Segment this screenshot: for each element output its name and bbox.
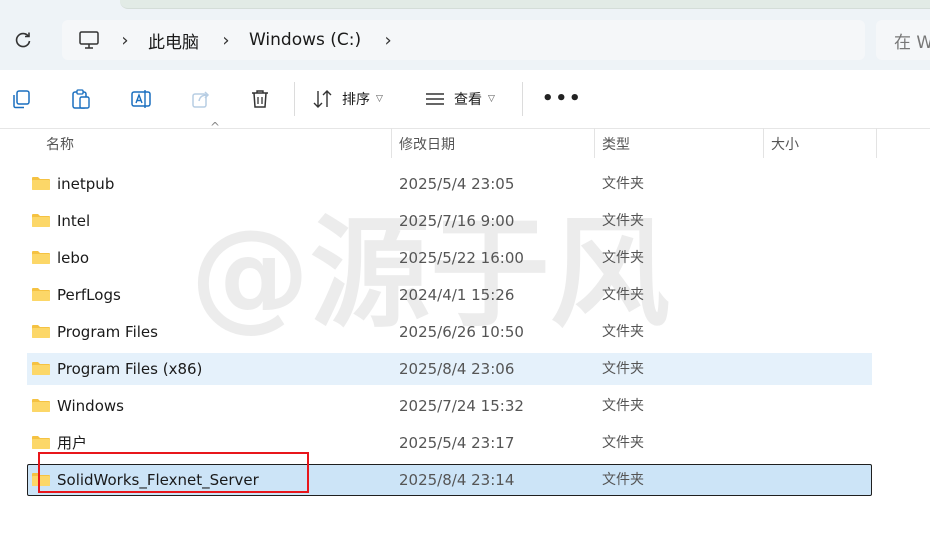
share-button[interactable] xyxy=(189,87,213,111)
file-type: 文件夹 xyxy=(602,398,644,414)
file-row[interactable]: PerfLogs 2024/4/1 15:26 文件夹 xyxy=(27,279,872,311)
column-header-size[interactable]: 大小 xyxy=(771,130,799,158)
share-icon xyxy=(192,91,210,108)
file-date: 2025/7/24 15:32 xyxy=(399,397,524,415)
paste-icon xyxy=(72,89,90,109)
file-name: Program Files xyxy=(57,323,158,341)
column-divider[interactable] xyxy=(876,128,877,158)
file-date: 2025/5/4 23:17 xyxy=(399,434,515,452)
folder-icon xyxy=(32,288,50,301)
column-divider[interactable] xyxy=(594,128,595,158)
column-header-name[interactable]: 名称 xyxy=(46,130,74,158)
rename-icon xyxy=(131,90,151,108)
file-date: 2025/6/26 10:50 xyxy=(399,323,524,341)
view-label: 查看 xyxy=(454,92,482,108)
file-name: Windows xyxy=(57,397,124,415)
file-date: 2025/8/4 23:06 xyxy=(399,360,515,378)
file-row[interactable]: lebo 2025/5/22 16:00 文件夹 xyxy=(27,242,872,274)
column-divider[interactable] xyxy=(763,128,764,158)
file-name: SolidWorks_Flexnet_Server xyxy=(57,471,259,489)
trash-icon xyxy=(252,90,268,108)
sort-ascending-icon: ^ xyxy=(210,120,221,134)
chevron-down-icon: ▽ xyxy=(488,94,495,104)
file-row[interactable]: Windows 2025/7/24 15:32 文件夹 xyxy=(27,390,872,422)
file-date: 2024/4/1 15:26 xyxy=(399,286,515,304)
sort-icon xyxy=(313,90,332,108)
search-input[interactable]: 在 W xyxy=(876,20,930,60)
rename-button[interactable] xyxy=(129,87,153,111)
refresh-icon xyxy=(15,32,31,48)
sort-button[interactable]: 排序 ▽ xyxy=(312,85,383,113)
sort-label: 排序 xyxy=(342,92,370,108)
chevron-right-icon[interactable]: › xyxy=(381,30,395,51)
file-date: 2025/5/4 23:05 xyxy=(399,175,515,193)
file-type: 文件夹 xyxy=(602,435,644,451)
folder-icon xyxy=(32,177,50,190)
file-date: 2025/7/16 9:00 xyxy=(399,212,515,230)
folder-icon xyxy=(32,325,50,338)
column-divider[interactable] xyxy=(391,128,392,158)
paste-button[interactable] xyxy=(69,87,93,111)
file-type: 文件夹 xyxy=(602,176,644,192)
folder-icon xyxy=(32,436,50,449)
computer-icon[interactable] xyxy=(78,30,100,50)
file-name: 用户 xyxy=(57,434,88,452)
file-row-selected[interactable]: SolidWorks_Flexnet_Server 2025/8/4 23:14… xyxy=(27,464,872,496)
file-name: Intel xyxy=(57,212,91,230)
file-type: 文件夹 xyxy=(602,250,644,266)
toolbar-divider xyxy=(522,82,523,116)
file-row[interactable]: 用户 2025/5/4 23:17 文件夹 xyxy=(27,427,872,459)
chevron-down-icon: ▽ xyxy=(376,94,383,104)
chevron-right-icon[interactable]: › xyxy=(118,30,132,51)
file-name: PerfLogs xyxy=(57,286,121,304)
navigation-bar: › 此电脑 › Windows (C:) › 在 W xyxy=(0,0,930,70)
file-row[interactable]: Intel 2025/7/16 9:00 文件夹 xyxy=(27,205,872,237)
file-type: 文件夹 xyxy=(602,472,644,488)
file-name: inetpub xyxy=(57,175,115,193)
more-options-button[interactable]: ••• xyxy=(542,90,583,108)
chevron-right-icon[interactable]: › xyxy=(219,30,233,51)
file-row[interactable]: inetpub 2025/5/4 23:05 文件夹 xyxy=(27,168,872,200)
folder-icon xyxy=(32,251,50,264)
tab-strip-edge xyxy=(120,0,930,9)
file-name: lebo xyxy=(57,249,90,267)
file-row[interactable]: Program Files 2025/6/26 10:50 文件夹 xyxy=(27,316,872,348)
column-header-type[interactable]: 类型 xyxy=(602,130,630,158)
folder-icon xyxy=(32,473,50,486)
view-list-icon xyxy=(426,93,444,105)
file-type: 文件夹 xyxy=(602,361,644,377)
file-type: 文件夹 xyxy=(602,287,644,303)
file-date: 2025/8/4 23:14 xyxy=(399,471,515,489)
file-name: Program Files (x86) xyxy=(57,360,203,378)
file-type: 文件夹 xyxy=(602,213,644,229)
delete-button[interactable] xyxy=(248,87,272,111)
column-header-date[interactable]: 修改日期 xyxy=(399,130,455,158)
folder-icon xyxy=(32,362,50,375)
file-row-hovered[interactable]: Program Files (x86) 2025/8/4 23:06 文件夹 xyxy=(27,353,872,385)
file-type: 文件夹 xyxy=(602,324,644,340)
folder-icon xyxy=(32,399,50,412)
breadcrumb-windows-c[interactable]: Windows (C:) xyxy=(249,20,361,60)
copy-button[interactable] xyxy=(9,87,33,111)
file-date: 2025/5/22 16:00 xyxy=(399,249,524,267)
address-bar[interactable]: › 此电脑 › Windows (C:) › xyxy=(62,20,865,60)
toolbar-divider xyxy=(294,82,295,116)
folder-icon xyxy=(32,214,50,227)
copy-icon xyxy=(13,90,30,109)
breadcrumb-this-pc[interactable]: 此电脑 xyxy=(148,20,199,60)
refresh-button[interactable] xyxy=(8,26,38,54)
command-bar: 排序 ▽ 查看 ▽ ••• xyxy=(0,70,930,129)
view-button[interactable]: 查看 ▽ xyxy=(424,85,495,113)
